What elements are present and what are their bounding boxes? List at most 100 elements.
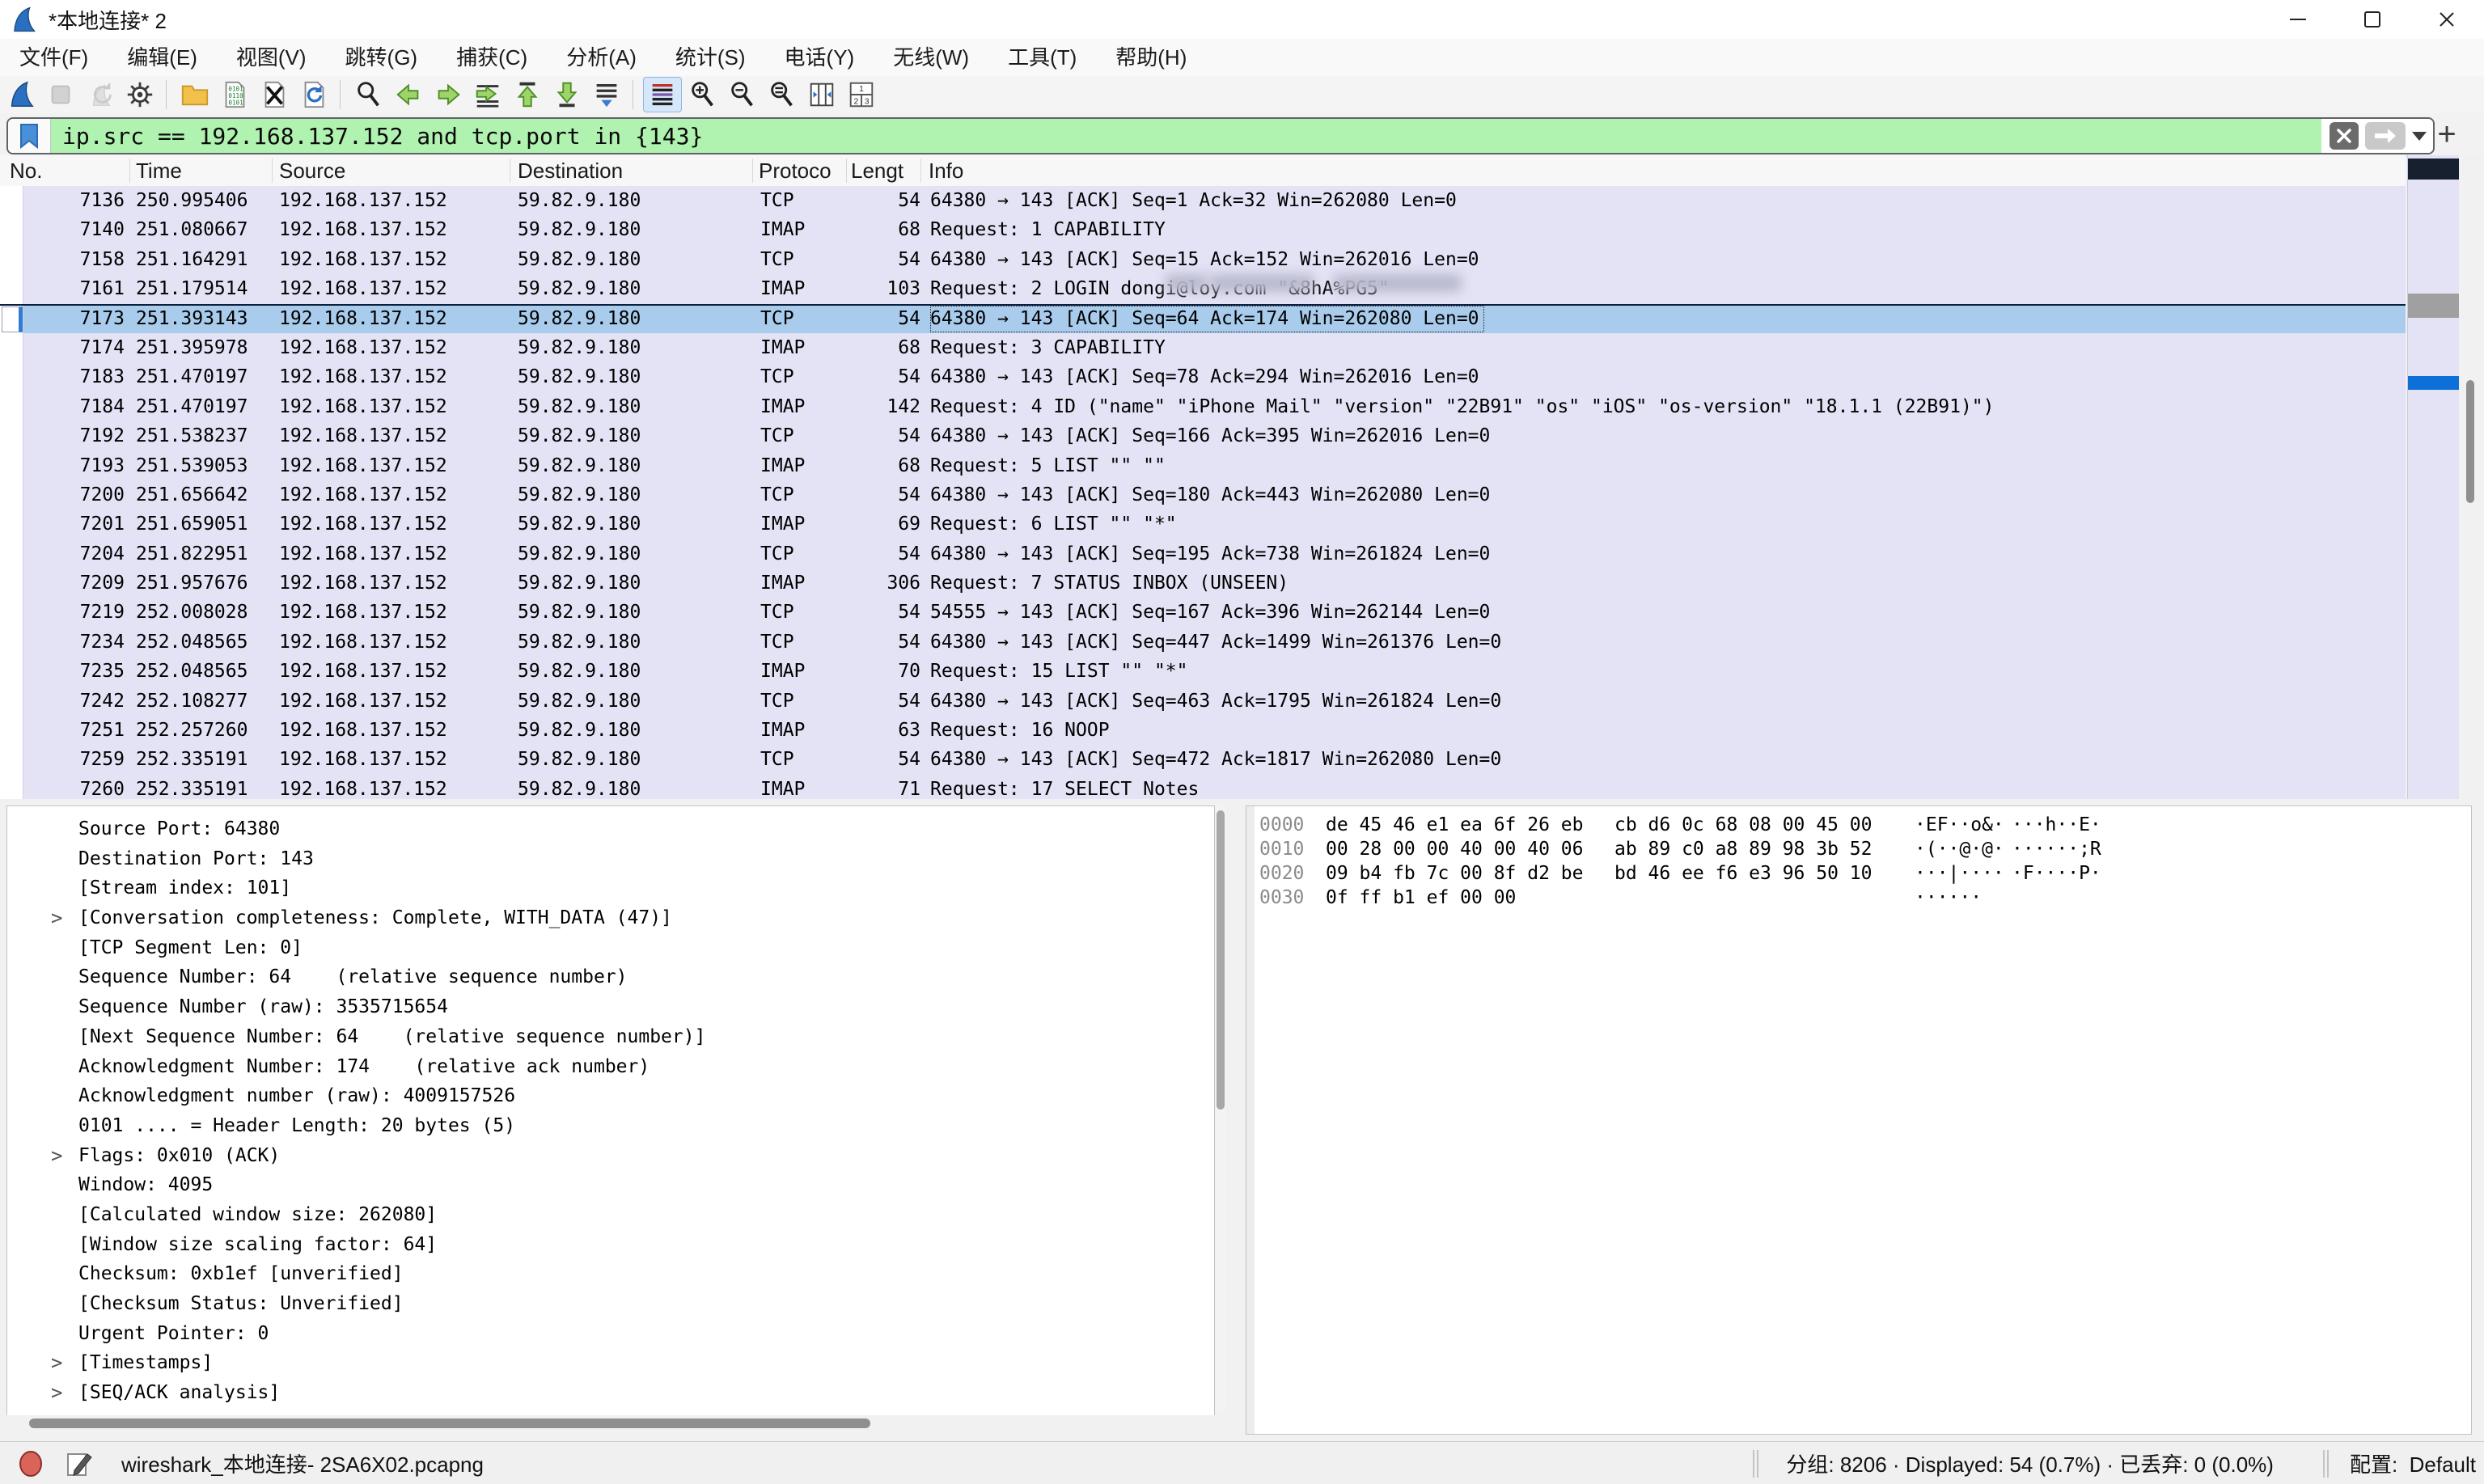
column-separator[interactable] [846,159,847,183]
menu-item[interactable]: 文件(F) [0,40,108,76]
filter-bookmark-button[interactable] [8,119,51,153]
packet-list-vscroll-thumb[interactable] [2466,380,2474,503]
profile-indicator[interactable]: 配置: Default [2350,1448,2476,1478]
packet-row[interactable]: 7204251.822951192.168.137.15259.82.9.180… [0,539,2406,569]
zoom-out-button[interactable] [724,78,761,112]
reload-file-button[interactable] [295,78,332,112]
detail-line[interactable]: Checksum: 0xb1ef [unverified] [7,1259,1214,1289]
minimap-scroll-thumb[interactable] [2408,294,2460,318]
start-capture-button[interactable] [2,78,40,112]
capture-filename[interactable]: wireshark_本地连接- 2SA6X02.pcapng [121,1448,484,1478]
packet-row[interactable]: 7193251.539053192.168.137.15259.82.9.180… [0,451,2406,480]
hex-row[interactable]: 001000 28 00 00 40 00 40 06ab 89 c0 a8 8… [1246,837,2471,861]
capture-comment-icon[interactable] [65,1449,92,1478]
detail-line[interactable]: Urgent Pointer: 0 [7,1319,1214,1349]
status-separator-2[interactable] [2327,1450,2329,1478]
detail-line[interactable]: [Calculated window size: 262080] [7,1200,1214,1230]
filter-apply-button[interactable] [2365,122,2406,150]
detail-hscroll-thumb[interactable] [29,1418,870,1428]
detail-line[interactable]: >Flags: 0x010 (ACK) [7,1141,1214,1171]
detail-line[interactable]: 0101 .... = Header Length: 20 bytes (5) [7,1111,1214,1141]
go-last-packet-button[interactable] [548,78,586,112]
detail-line[interactable]: Acknowledgment number (raw): 4009157526 [7,1081,1214,1111]
go-back-button[interactable] [390,78,427,112]
auto-scroll-button[interactable] [588,78,625,112]
packet-row[interactable]: 7209251.957676192.168.137.15259.82.9.180… [0,569,2406,598]
packet-row[interactable]: 7140251.080667192.168.137.15259.82.9.180… [0,215,2406,244]
status-separator[interactable] [1757,1450,1758,1478]
menu-item[interactable]: 电话(Y) [765,40,874,76]
packet-row[interactable]: 7260252.335191192.168.137.15259.82.9.180… [0,775,2406,800]
packet-list-minimap-scrollbar[interactable] [2407,155,2460,799]
hex-row[interactable]: 0000de 45 46 e1 ea 6f 26 ebcb d6 0c 68 0… [1246,813,2471,837]
go-to-packet-button[interactable] [469,78,506,112]
expand-chevron-icon[interactable]: > [51,1378,62,1408]
expand-chevron-icon[interactable]: > [51,1348,62,1378]
column-header-protoco[interactable]: Protoco [759,159,832,184]
zoom-reset-button[interactable] [764,78,801,112]
go-first-packet-button[interactable] [509,78,546,112]
column-header-no[interactable]: No. [10,159,42,184]
detail-line[interactable]: Acknowledgment Number: 174 (relative ack… [7,1052,1214,1082]
detail-line[interactable]: [TCP Segment Len: 0] [7,933,1214,963]
column-header-info[interactable]: Info [929,159,963,184]
hex-row[interactable]: 002009 b4 fb 7c 00 8f d2 bebd 46 ee f6 e… [1246,861,2471,886]
detail-line[interactable]: >[SEQ/ACK analysis] [7,1378,1214,1408]
packet-row[interactable]: 7259252.335191192.168.137.15259.82.9.180… [0,745,2406,774]
display-filter-input[interactable]: ip.src == 192.168.137.152 and tcp.port i… [6,117,2435,154]
packet-row[interactable]: 7183251.470197192.168.137.15259.82.9.180… [0,362,2406,391]
column-header-source[interactable]: Source [279,159,345,184]
packet-row[interactable]: 7201251.659051192.168.137.15259.82.9.180… [0,509,2406,539]
detail-line[interactable]: Window: 4095 [7,1170,1214,1200]
reset-layout-button[interactable]: 123 [843,78,880,112]
detail-vscrollbar[interactable] [1215,805,1226,1412]
detail-line[interactable]: >[Timestamps] [7,1348,1214,1378]
menu-item[interactable]: 跳转(G) [326,40,438,76]
capture-options-button[interactable] [121,78,159,112]
detail-line[interactable]: [Checksum Status: Unverified] [7,1289,1214,1319]
packet-row[interactable]: 7242252.108277192.168.137.15259.82.9.180… [0,687,2406,716]
filter-add-button[interactable]: + [2431,118,2463,150]
minimize-button[interactable] [2261,0,2335,39]
menu-item[interactable]: 编辑(E) [108,40,217,76]
menu-item[interactable]: 无线(W) [874,40,988,76]
open-file-button[interactable] [176,78,214,112]
menu-item[interactable]: 捕获(C) [437,40,547,76]
menu-item[interactable]: 统计(S) [656,40,765,76]
detail-hscrollbar[interactable] [6,1415,1226,1431]
packet-row[interactable]: 7173251.393143192.168.137.15259.82.9.180… [0,304,2406,333]
detail-line[interactable]: Source Port: 64380 [7,814,1214,844]
packet-row[interactable]: 7234252.048565192.168.137.15259.82.9.180… [0,628,2406,657]
menu-item[interactable]: 工具(T) [988,40,1096,76]
filter-history-caret[interactable] [2412,132,2427,141]
detail-line[interactable]: Sequence Number (raw): 3535715654 [7,992,1214,1022]
find-packet-button[interactable] [350,78,387,112]
column-header-time[interactable]: Time [136,159,182,184]
column-separator[interactable] [272,159,273,183]
close-button[interactable] [2410,0,2484,39]
menu-item[interactable]: 帮助(H) [1096,40,1206,76]
detail-line[interactable]: Sequence Number: 64 (relative sequence n… [7,962,1214,992]
packet-row[interactable]: 7251252.257260192.168.137.15259.82.9.180… [0,716,2406,745]
packet-row[interactable]: 7235252.048565192.168.137.15259.82.9.180… [0,657,2406,686]
expert-info-icon[interactable] [18,1449,44,1478]
pane-splitter[interactable] [0,799,2484,805]
hex-row[interactable]: 00300f ff b1 ef 00 00······ [1246,886,2471,910]
packet-row[interactable]: 7158251.164291192.168.137.15259.82.9.180… [0,245,2406,274]
detail-vscroll-thumb[interactable] [1217,810,1225,1110]
packet-row[interactable]: 7219252.008028192.168.137.15259.82.9.180… [0,598,2406,627]
filter-clear-button[interactable] [2330,122,2359,150]
packet-row[interactable]: 7161251.179514192.168.137.15259.82.9.180… [0,274,2406,303]
detail-line[interactable]: >[Conversation completeness: Complete, W… [7,903,1214,933]
expand-chevron-icon[interactable]: > [51,903,62,933]
resize-columns-button[interactable] [803,78,840,112]
packet-row[interactable]: 7174251.395978192.168.137.15259.82.9.180… [0,333,2406,362]
colorize-button[interactable] [643,77,682,112]
column-separator[interactable] [920,159,921,183]
menu-item[interactable]: 视图(V) [217,40,326,76]
packet-row[interactable]: 7200251.656642192.168.137.15259.82.9.180… [0,480,2406,509]
packet-row[interactable]: 7192251.538237192.168.137.15259.82.9.180… [0,421,2406,450]
close-file-button[interactable] [256,78,293,112]
column-separator[interactable] [129,159,130,183]
detail-line[interactable]: Destination Port: 143 [7,844,1214,874]
